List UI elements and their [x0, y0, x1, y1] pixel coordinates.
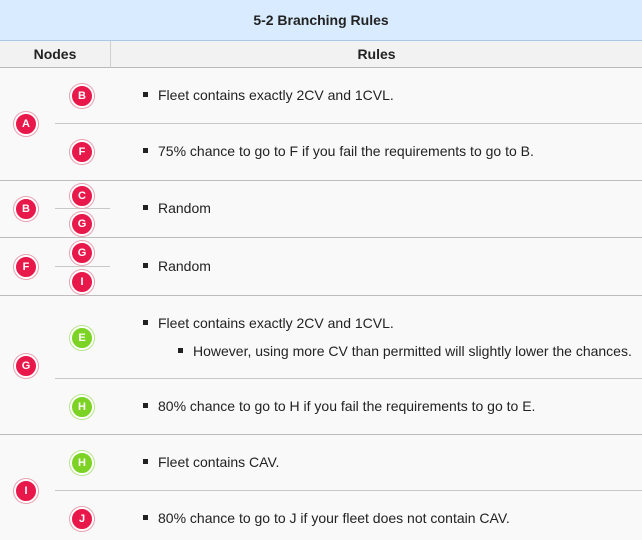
bullet-icon [143, 204, 148, 210]
branch-node-marker: I [70, 270, 94, 294]
rule-text: Fleet contains CAV. [158, 454, 280, 470]
branch-divider [55, 378, 642, 379]
node-marker: B [14, 197, 38, 221]
rule-item: Random [143, 257, 211, 275]
branch-node-marker: C [70, 184, 94, 208]
rule-text: Fleet contains exactly 2CV and 1CVL. [158, 315, 394, 331]
node-marker: I [14, 479, 38, 503]
bullet-icon [143, 262, 148, 268]
bullet-icon [143, 147, 148, 153]
rule-item: 80% chance to go to J if your fleet does… [143, 509, 510, 527]
table-title: 5-2 Branching Rules [0, 0, 642, 41]
node-marker: F [14, 255, 38, 279]
group-divider [0, 295, 642, 296]
rule-item: 75% chance to go to F if you fail the re… [143, 142, 534, 160]
group-divider [0, 180, 642, 181]
branch-node-marker: H [70, 395, 94, 419]
rule-item: Fleet contains exactly 2CV and 1CVL. [143, 86, 394, 104]
bullet-icon [143, 514, 148, 520]
branch-divider [55, 266, 110, 267]
rule-item: Random [143, 199, 211, 217]
branch-divider [55, 208, 110, 209]
node-marker: G [14, 354, 38, 378]
branching-rules-table: 5-2 Branching Rules Nodes Rules A B F Fl… [0, 0, 642, 540]
bullet-icon [178, 347, 183, 353]
rule-text: 80% chance to go to H if you fail the re… [158, 398, 536, 414]
node-marker: A [14, 112, 38, 136]
group-divider [0, 434, 642, 435]
group-divider [0, 237, 642, 238]
branch-divider [55, 123, 642, 124]
column-header-rules: Rules [111, 41, 642, 68]
branch-node-marker: B [70, 84, 94, 108]
bullet-icon [143, 402, 148, 408]
rule-text: However, using more CV than permitted wi… [193, 343, 632, 359]
rule-text: Random [158, 200, 211, 216]
branch-node-marker: J [70, 507, 94, 531]
sub-rule-item: However, using more CV than permitted wi… [178, 342, 632, 360]
bullet-icon [143, 319, 148, 325]
rule-text: Fleet contains exactly 2CV and 1CVL. [158, 87, 394, 103]
branch-node-marker: H [70, 451, 94, 475]
column-header-nodes: Nodes [0, 41, 111, 68]
rule-text: 80% chance to go to J if your fleet does… [158, 510, 510, 526]
rule-item: Fleet contains exactly 2CV and 1CVL. [143, 314, 394, 332]
bullet-icon [143, 91, 148, 97]
rule-item: Fleet contains CAV. [143, 453, 279, 471]
rule-text: Random [158, 258, 211, 274]
branch-divider [55, 490, 642, 491]
branch-node-marker: G [70, 241, 94, 265]
branch-node-marker: E [70, 326, 94, 350]
rule-text: 75% chance to go to F if you fail the re… [158, 143, 534, 159]
branch-node-marker: F [70, 140, 94, 164]
rule-item: 80% chance to go to H if you fail the re… [143, 397, 535, 415]
branch-node-marker: G [70, 212, 94, 236]
bullet-icon [143, 458, 148, 464]
